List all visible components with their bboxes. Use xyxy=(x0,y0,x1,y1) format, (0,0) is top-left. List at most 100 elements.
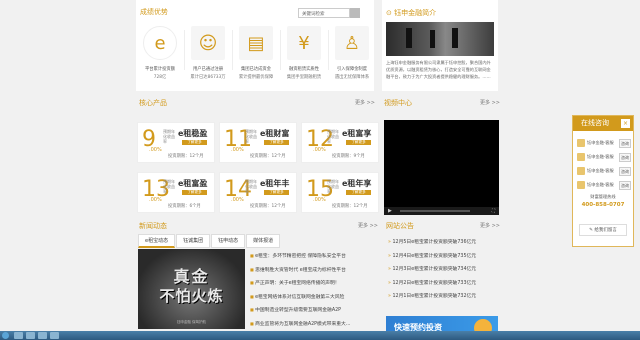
notices-title: 网站公告 xyxy=(386,222,414,230)
agent-avatar-icon xyxy=(577,167,585,175)
news-more-link[interactable]: 更多 >> xyxy=(358,222,378,229)
intro-title: ⊙ 钰申金融简介 xyxy=(386,9,437,17)
agent-avatar-icon xyxy=(577,139,585,147)
product-rate-decimal: .00% xyxy=(231,197,244,203)
news-item[interactable]: e租宝：多环节精密把控 保障隐私安全平台 xyxy=(250,249,350,263)
notice-item[interactable]: 12月3日e租宝累计投资额突破734亿元 xyxy=(388,263,476,277)
product-rate-label: 预期年化收益率 xyxy=(163,129,175,144)
video-center-title: 视频中心 xyxy=(384,99,412,107)
video-player[interactable]: ▶ ⛶ xyxy=(384,120,499,215)
core-products-more-link[interactable]: 更多 >> xyxy=(355,99,375,106)
notice-item[interactable]: 12月1日e租宝累计投资额突破732亿元 xyxy=(388,290,476,304)
video-progress-track[interactable] xyxy=(400,210,470,212)
product-name: e租年享 xyxy=(342,179,372,188)
agent-avatar-icon xyxy=(577,153,585,161)
core-products-title: 核心产品 xyxy=(139,99,167,107)
product-card[interactable]: 11.00% 预期年化收益率 e租财富 了解更多 投资期限：12个月 xyxy=(219,122,297,163)
tab-ezubao-news[interactable]: e租宝动态 xyxy=(138,234,176,248)
advantage-card-users: ☺ 用户已通过注册 累计已达86733万 xyxy=(186,26,230,84)
taskbar-app-icon[interactable] xyxy=(38,332,47,339)
leave-message-button[interactable]: ✎ 给我们留言 xyxy=(579,224,627,236)
product-card[interactable]: 9.00% 预期年化收益率 e租稳盈 了解更多 投资期限：12个月 xyxy=(137,122,215,163)
product-rate-decimal: .00% xyxy=(313,197,326,203)
taskbar-app-icon[interactable] xyxy=(14,332,23,339)
intro-photo[interactable] xyxy=(386,22,494,56)
product-name: e租富盈 xyxy=(178,179,208,188)
advantage-card-leasing: ¥ 融资租赁实质性 集团手里期融租赁 xyxy=(282,26,326,84)
ask-button[interactable]: 咨询 xyxy=(619,153,631,162)
document-icon: ▤ xyxy=(239,26,273,60)
money-shield-icon: ¥ xyxy=(287,26,321,60)
product-rate-label: 预期年化收益率 xyxy=(245,179,257,194)
edit-icon: ✎ xyxy=(589,228,593,233)
ask-button[interactable]: 咨询 xyxy=(619,167,631,176)
consult-agent[interactable]: 钰申金融-客服 咨询 xyxy=(577,138,633,148)
user-icon: ☺ xyxy=(191,26,225,60)
product-term: 投资期限：12个月 xyxy=(250,154,286,159)
agent-avatar-icon xyxy=(577,181,585,189)
product-rate-decimal: .00% xyxy=(231,147,244,153)
advantage-card-funds: ▤ 集团已达成资金 累计提供最优保障 xyxy=(234,26,278,84)
person-icon: ♙ xyxy=(335,26,369,60)
intro-panel: ⊙ 钰申金融简介 上海钰申金融服务有限公司隶属于钰申控股，聚合国内外优质资源，以… xyxy=(382,0,498,91)
product-term: 投资期限：12个月 xyxy=(332,204,368,209)
advantage-card-guarantee: ♙ 引入保障金制度 遇出无忧保障体系 xyxy=(330,26,374,84)
learn-more-button[interactable]: 了解更多 xyxy=(182,190,207,195)
product-rate-label: 预期年化收益率 xyxy=(327,129,339,144)
search-input[interactable]: 关键词检索 xyxy=(298,8,350,18)
notice-item[interactable]: 12月4日e租宝累计投资额突破735亿元 xyxy=(388,250,476,264)
hotline-number: 400-858-0707 xyxy=(581,202,625,208)
product-card[interactable]: 13.00% 预期年化收益率 e租富盈 了解更多 投资期限：6个月 xyxy=(137,172,215,213)
product-name: e租富享 xyxy=(342,129,372,138)
product-name: e租稳盈 xyxy=(178,129,208,138)
consult-agent[interactable]: 钰申金融-客服 咨询 xyxy=(577,166,633,176)
product-term: 投资期限：6个月 xyxy=(168,204,201,209)
start-button[interactable] xyxy=(2,332,9,339)
learn-more-button[interactable]: 了解更多 xyxy=(346,190,371,195)
fullscreen-icon[interactable]: ⛶ xyxy=(492,208,495,214)
news-item[interactable]: e租宝网络体系对信互联网金融第三大风险 xyxy=(250,290,350,304)
learn-more-button[interactable]: 了解更多 xyxy=(346,140,371,145)
notice-item[interactable]: 12月5日e租宝累计投资额突破736亿元 xyxy=(388,236,476,250)
tab-yushen-news[interactable]: 钰申动态 xyxy=(211,234,246,248)
learn-more-button[interactable]: 了解更多 xyxy=(264,190,289,195)
news-feature-image[interactable]: 真金 不怕火炼 钰申金融 保驾护航 xyxy=(138,249,245,329)
search-button[interactable] xyxy=(350,8,360,18)
notices-more-link[interactable]: 更多 >> xyxy=(480,222,500,229)
product-card[interactable]: 14.00% 预期年化收益率 e租年丰 了解更多 投资期限：12个月 xyxy=(219,172,297,213)
e-logo-icon: e xyxy=(143,26,177,60)
hotline-label: 财富管理热线 xyxy=(590,194,616,199)
product-rate-label: 预期年化收益率 xyxy=(327,179,339,194)
consult-agent[interactable]: 钰申金融-客服 咨询 xyxy=(577,180,633,190)
video-more-link[interactable]: 更多 >> xyxy=(480,99,500,106)
notice-item[interactable]: 12月2日e租宝累计投资额突破733亿元 xyxy=(388,277,476,291)
product-term: 投资期限：12个月 xyxy=(250,204,286,209)
advantages-panel: 成绩优势 关键词检索 e 平台累计投资额 728亿 ☺ 用户已通过注册 累计已达… xyxy=(136,0,374,91)
news-tabs: e租宝动态 钰诚集团 钰申动态 媒体报道 xyxy=(138,234,281,248)
news-item[interactable]: 思维制胜大资管时代 e租宝成为标杆性平台 xyxy=(250,263,350,277)
learn-more-button[interactable]: 了解更多 xyxy=(182,140,207,145)
news-item[interactable]: 商业监管将为互联网金融A2P模式带来重大... xyxy=(250,317,350,331)
product-name: e租年丰 xyxy=(260,179,290,188)
product-rate-decimal: .00% xyxy=(313,147,326,153)
taskbar-app-icon[interactable] xyxy=(50,332,59,339)
intro-logo-icon: ⊙ xyxy=(386,9,392,17)
taskbar-app-icon[interactable] xyxy=(26,332,35,339)
ask-button[interactable]: 咨询 xyxy=(619,139,631,148)
product-term: 投资期限：9个月 xyxy=(332,154,365,159)
tab-yucheng-group[interactable]: 钰诚集团 xyxy=(176,234,211,248)
play-icon[interactable]: ▶ xyxy=(388,208,392,214)
news-item[interactable]: 中国制造业转型升级需要互联网金融A2P xyxy=(250,303,350,317)
learn-more-button[interactable]: 了解更多 xyxy=(264,140,289,145)
ask-button[interactable]: 咨询 xyxy=(619,181,631,190)
news-list: e租宝：多环节精密把控 保障隐私安全平台 思维制胜大资管时代 e租宝成为标杆性平… xyxy=(250,249,350,330)
news-item[interactable]: 严正声明：关于e租宝网络传播的声明！ xyxy=(250,276,350,290)
product-card[interactable]: 12.00% 预期年化收益率 e租富享 了解更多 投资期限：9个月 xyxy=(301,122,379,163)
advantage-card-investment: e 平台累计投资额 728亿 xyxy=(138,26,182,84)
video-control-bar[interactable]: ▶ ⛶ xyxy=(384,207,499,215)
close-icon[interactable]: × xyxy=(621,119,630,128)
consult-agent[interactable]: 钰申金融-客服 咨询 xyxy=(577,152,633,162)
product-rate-label: 预期年化收益率 xyxy=(163,179,175,194)
product-card[interactable]: 15.00% 预期年化收益率 e租年享 了解更多 投资期限：12个月 xyxy=(301,172,379,213)
tab-media-reports[interactable]: 媒体报道 xyxy=(246,234,281,248)
